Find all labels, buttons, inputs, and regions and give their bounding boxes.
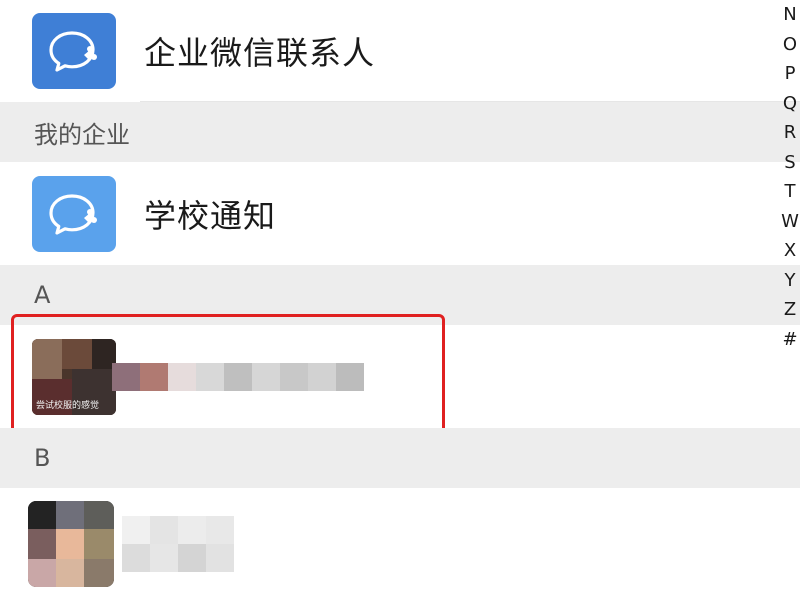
index-letter[interactable]: R <box>780 118 800 148</box>
enterprise-contacts-item[interactable]: 企业微信联系人 <box>0 0 800 102</box>
index-letter[interactable]: Z <box>780 295 800 325</box>
index-letter[interactable]: # <box>780 325 800 355</box>
avatar-caption: 尝试校服的感觉 <box>36 400 100 411</box>
enterprise-contacts-label: 企业微信联系人 <box>144 34 376 72</box>
chat-bubble-icon <box>49 31 97 72</box>
section-letter: B <box>34 444 51 472</box>
school-notification-item[interactable]: 学校通知 <box>0 162 800 265</box>
index-letter[interactable]: N <box>780 0 800 30</box>
blurred-contact-name <box>112 362 364 391</box>
blurred-contact-name <box>122 516 234 572</box>
index-letter[interactable]: X <box>780 236 800 266</box>
avatar <box>28 501 114 587</box>
avatar: 尝试校服的感觉 <box>32 338 116 415</box>
index-letter[interactable]: W <box>780 207 800 237</box>
contact-item[interactable]: 尝试校服的感觉 <box>0 325 800 428</box>
section-title: 我的企业 <box>34 120 130 149</box>
section-header-my-enterprise: 我的企业 <box>0 102 800 162</box>
alphabet-index[interactable]: N O P Q R S T W X Y Z # <box>780 0 800 354</box>
index-letter[interactable]: Y <box>780 266 800 296</box>
index-letter[interactable]: Q <box>780 89 800 119</box>
contacts-screen: 企业微信联系人 我的企业 学校通知 A 尝试校服的感觉 B N O P Q R … <box>0 0 800 600</box>
section-header-a: A <box>0 265 800 325</box>
section-header-b: B <box>0 428 800 488</box>
index-letter[interactable]: O <box>780 30 800 60</box>
contact-item[interactable] <box>0 488 800 600</box>
wecom-chat-icon <box>32 13 116 89</box>
index-letter[interactable]: S <box>780 148 800 178</box>
index-letter[interactable]: P <box>780 59 800 89</box>
chat-bubble-icon <box>49 193 97 235</box>
wecom-chat-icon <box>32 175 116 252</box>
index-letter[interactable]: T <box>780 177 800 207</box>
school-notification-label: 学校通知 <box>144 196 277 235</box>
section-letter: A <box>34 281 51 309</box>
